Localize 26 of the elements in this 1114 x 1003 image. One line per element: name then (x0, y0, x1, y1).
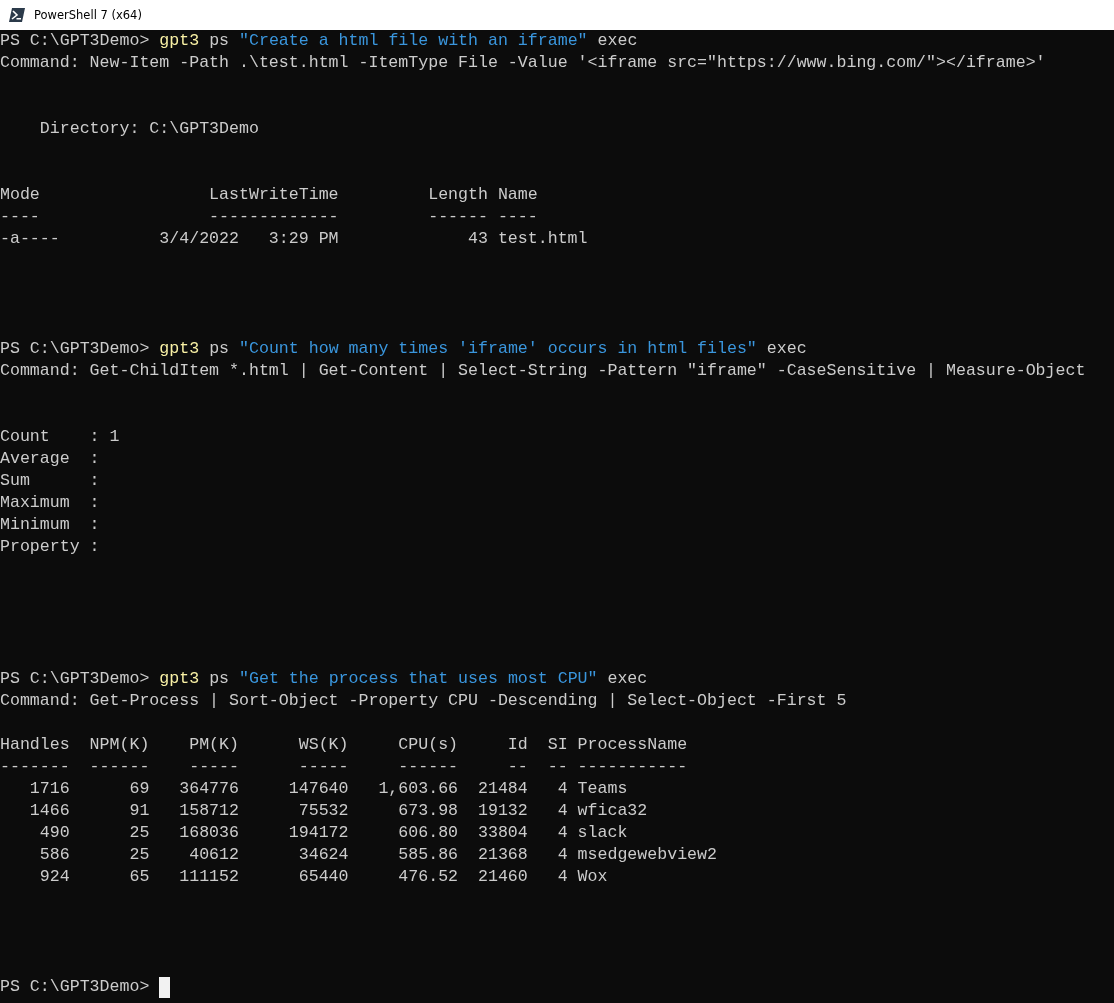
terminal-line: ---- ------------- ------ ---- (0, 206, 538, 228)
terminal-line: Mode LastWriteTime Length Name (0, 184, 538, 206)
terminal-line: Handles NPM(K) PM(K) WS(K) CPU(s) Id SI ProcessName (0, 734, 688, 756)
terminal-line: PS C:\GPT3Demo> (0, 976, 151, 998)
terminal-line: Sum : (0, 470, 100, 492)
terminal-line: 924 65 111152 65440 476.52 21460 4 Wox (38, 866, 608, 888)
terminal-line: 1716 69 364776 147640 1,603.66 21484 4 Teams (28, 778, 628, 800)
terminal-line: ------- ------ ----- ----- ------ -- -- ----------- (0, 756, 688, 778)
terminal-line: 490 25 168036 194172 606.80 33804 4 slack (38, 822, 628, 844)
terminal-line: Command: Get-ChildItem *.html | Get-Content | Select-String -Pattern "iframe" -CaseSensitive | Measure-Object (0, 360, 1086, 382)
terminal-line: PS C:\GPT3Demo> gpt3 ps "Count how many times 'iframe' occurs in html files" exec (0, 338, 807, 360)
terminal-line: -a---- 3/4/2022 3:29 PM 43 test.html (0, 228, 588, 250)
terminal-line: 1466 91 158712 75532 673.98 19132 4 wfica32 (28, 800, 648, 822)
powershell-icon (9, 8, 25, 22)
terminal-line: Property : (0, 536, 100, 558)
terminal-line: Command: Get-Process | Sort-Object -Property CPU -Descending | Select-Object -First 5 (0, 690, 847, 712)
terminal-line: PS C:\GPT3Demo> gpt3 ps "Create a html file with an iframe" exec (0, 30, 638, 52)
terminal-line: Average : (0, 448, 100, 470)
terminal-line: Directory: C:\GPT3Demo (38, 118, 259, 140)
terminal-line: PS C:\GPT3Demo> gpt3 ps "Get the process that uses most CPU" exec (0, 668, 648, 690)
terminal-line: Count : 1 (0, 426, 120, 448)
terminal-line: Maximum : (0, 492, 100, 514)
terminal-line: Minimum : (0, 514, 100, 536)
terminal-line: 586 25 40612 34624 585.86 21368 4 msedgewebview2 (38, 844, 717, 866)
window-title: PowerShell 7 (x64) (34, 8, 142, 22)
terminal-line: Command: New-Item -Path .\test.html -ItemType File -Value '<iframe src="https://www.bing.com/"></iframe>' (0, 52, 1046, 74)
